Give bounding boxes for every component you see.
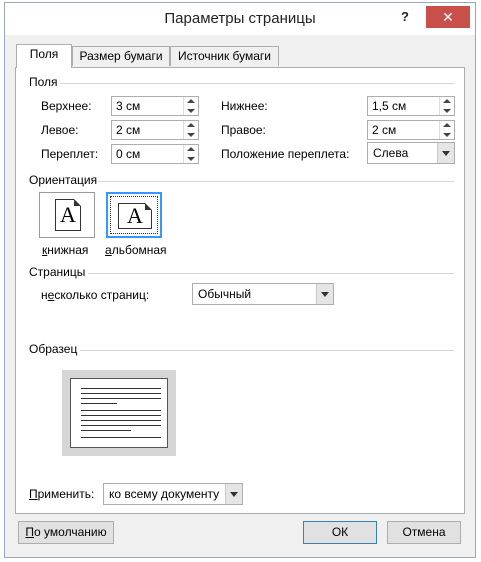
spin-up-icon[interactable]	[187, 99, 195, 103]
spin-down-icon[interactable]	[187, 157, 195, 161]
title-bar[interactable]: Параметры страницы ? ✕	[5, 3, 475, 35]
chevron-down-icon	[442, 151, 450, 156]
set-as-default-button[interactable]: По умолчанию	[18, 521, 114, 544]
landscape-page-icon: A	[118, 203, 152, 229]
multiple-pages-value: Обычный	[198, 287, 252, 301]
spin-down-icon[interactable]	[443, 109, 451, 113]
spin-down-icon[interactable]	[443, 133, 451, 137]
tab-margins-label: Поля	[29, 47, 59, 61]
tab-margins[interactable]: Поля	[16, 44, 72, 68]
right-margin-label: Правое:	[221, 123, 266, 137]
spin-up-icon[interactable]	[187, 147, 195, 151]
portrait-page-icon: A	[55, 199, 81, 231]
gutter-position-value: Слева	[373, 146, 409, 160]
chevron-down-icon	[321, 292, 329, 297]
apply-to-label: Применить:	[29, 487, 95, 501]
spin-up-icon[interactable]	[187, 123, 195, 127]
bottom-margin-spinner[interactable]: 1,5 см	[367, 96, 455, 116]
chevron-down-icon	[230, 492, 238, 497]
portrait-option[interactable]: A	[39, 192, 95, 238]
multiple-pages-label: несколько страниц:	[41, 288, 150, 302]
pages-divider	[88, 273, 454, 274]
cancel-button[interactable]: Отмена	[387, 521, 461, 544]
margins-divider	[60, 83, 454, 84]
pages-group-title: Страницы	[29, 265, 86, 279]
orientation-divider	[98, 181, 454, 182]
close-button[interactable]: ✕	[426, 6, 470, 28]
preview-group-title: Образец	[29, 342, 78, 356]
top-margin-label: Верхнее:	[41, 99, 92, 113]
margins-group-title: Поля	[29, 75, 58, 89]
preview-divider	[80, 350, 454, 351]
tab-paper-source-label: Источник бумаги	[177, 49, 272, 63]
spin-down-icon[interactable]	[187, 109, 195, 113]
multiple-pages-select[interactable]: Обычный	[192, 283, 334, 305]
landscape-option[interactable]: A	[106, 192, 162, 238]
apply-to-value: ко всему документу	[109, 487, 220, 501]
right-margin-value: 2 см	[372, 123, 397, 137]
orientation-group-title: Ориентация	[29, 173, 98, 187]
apply-to-select[interactable]: ко всему документу	[103, 483, 243, 505]
left-margin-spinner[interactable]: 2 см	[111, 120, 199, 140]
left-margin-value: 2 см	[116, 123, 141, 137]
spin-down-icon[interactable]	[187, 133, 195, 137]
tab-panel: Поля Верхнее: 3 см Нижнее: 1,5 см Левое:…	[15, 67, 465, 514]
spin-up-icon[interactable]	[443, 123, 451, 127]
gutter-label: Переплет:	[41, 147, 99, 161]
gutter-spinner[interactable]: 0 см	[111, 144, 199, 164]
landscape-label[interactable]: альбомная	[105, 243, 167, 257]
tab-paper-source[interactable]: Источник бумаги	[170, 46, 279, 66]
top-margin-spinner[interactable]: 3 см	[111, 96, 199, 116]
page-setup-dialog: Параметры страницы ? ✕ Поля Размер бумаг…	[4, 2, 476, 558]
portrait-label[interactable]: книжная	[42, 243, 88, 257]
gutter-position-select[interactable]: Слева	[367, 142, 455, 164]
tab-paper-size-label: Размер бумаги	[79, 49, 163, 63]
right-margin-spinner[interactable]: 2 см	[367, 120, 455, 140]
spin-up-icon[interactable]	[443, 99, 451, 103]
bottom-margin-label: Нижнее:	[221, 99, 268, 113]
gutter-value: 0 см	[116, 147, 141, 161]
tab-paper-size[interactable]: Размер бумаги	[72, 46, 170, 66]
left-margin-label: Левое:	[41, 123, 79, 137]
close-icon: ✕	[442, 9, 454, 25]
ok-button[interactable]: ОК	[303, 521, 377, 544]
top-margin-value: 3 см	[116, 99, 141, 113]
bottom-margin-value: 1,5 см	[372, 99, 407, 113]
preview-page	[70, 378, 168, 448]
gutter-position-label: Положение переплета:	[221, 147, 350, 161]
help-button[interactable]: ?	[394, 7, 416, 27]
